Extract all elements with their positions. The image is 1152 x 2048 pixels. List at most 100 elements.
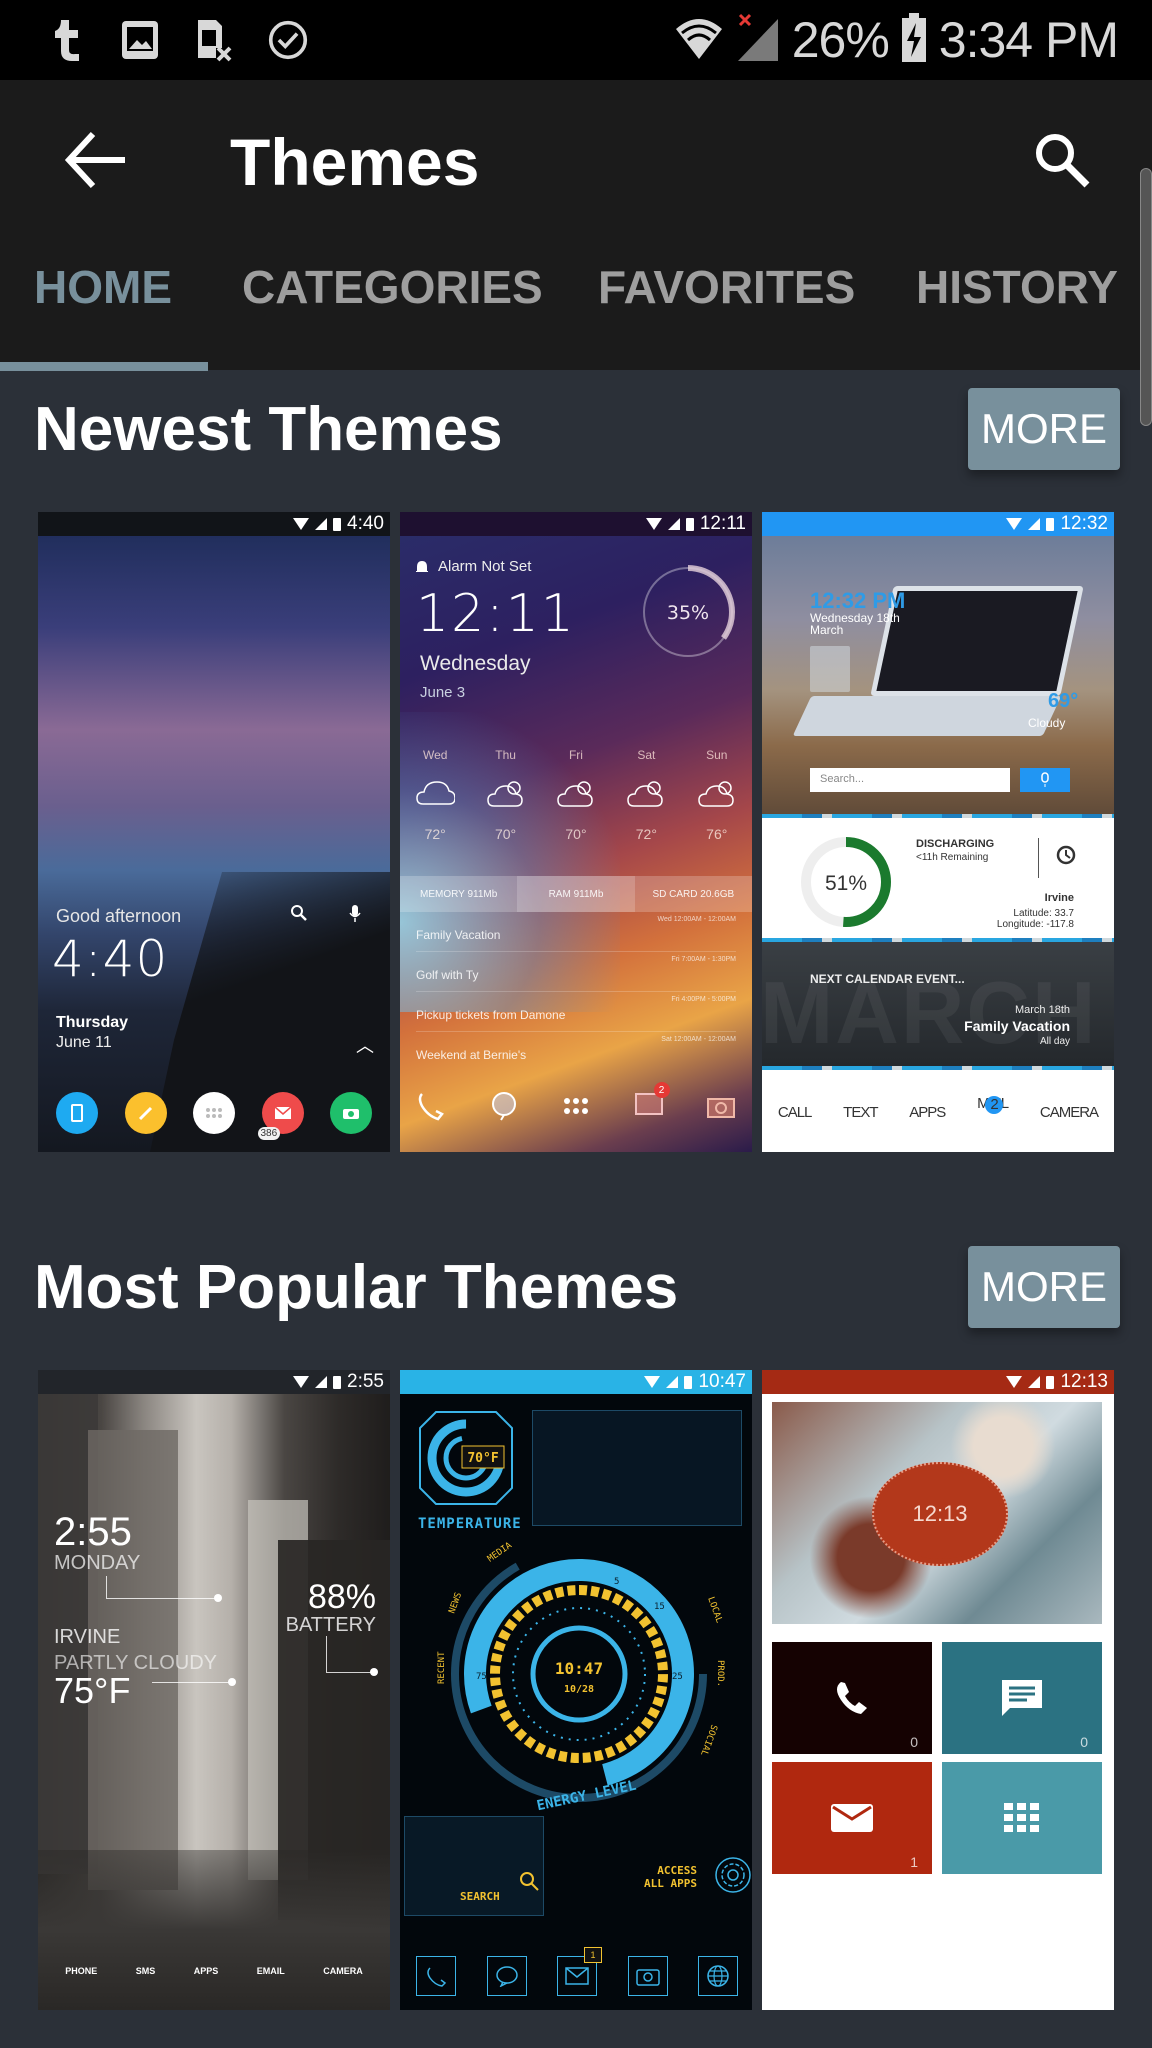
tile-count: 0 [910, 1734, 918, 1750]
theme-card-5[interactable]: 10:47 70°F TEMPERATURE 10:47 10/28 5 15 … [400, 1370, 752, 2010]
cloud-icon [416, 781, 456, 805]
tile-count: 0 [1080, 1734, 1088, 1750]
tile-messages: 0 [942, 1642, 1102, 1754]
ram-stat: RAM 911Mb [517, 876, 635, 912]
event-item: Golf with Ty Fri 7:00AM - 1:30PM [416, 952, 736, 992]
energy-gauge: 10:47 10/28 5 15 25 75 MEDIA NEWS RECENT… [437, 1540, 725, 1802]
theme-card-4[interactable]: 2:55 2:55 MONDAY IRVINE PARTLY CLOUDY 75… [38, 1370, 390, 2010]
event-name: Golf with Ty [416, 968, 479, 982]
access-label: ACCESS [657, 1864, 697, 1877]
tile-mail: 1 [772, 1762, 932, 1874]
dock-camera: CAMERA [1039, 1103, 1099, 1121]
gauge-label: LOCAL [705, 1596, 724, 1625]
apps-grid-icon [1004, 1803, 1039, 1832]
theme-greeting: Good afternoon [56, 906, 182, 926]
event-time: Fri 4:00PM - 5:00PM [671, 996, 736, 1003]
event-time: Sat 12:00AM - 12:00AM [661, 1036, 736, 1043]
calendar-title: Family Vacation [964, 1018, 1070, 1034]
hud-panel [532, 1410, 742, 1526]
divider [228, 1678, 236, 1686]
theme-day: Thursday [56, 1014, 129, 1031]
divider [152, 1682, 232, 1683]
chat-icon [491, 1091, 516, 1121]
globe-icon [698, 1956, 738, 1996]
app-drawer-icon [193, 1092, 235, 1134]
gauge-label: MEDIA [486, 1540, 514, 1564]
theme-clock: 10:47 [555, 1659, 603, 1678]
gauge-label: RECENT [437, 1651, 447, 1684]
theme-city: IRVINE [54, 1626, 121, 1648]
memory-stat: MEMORY 911Mb [420, 888, 498, 900]
phone-icon [416, 1956, 456, 1996]
theme-status-bar: 4:40 [38, 512, 390, 536]
mail-icon: 1 [557, 1947, 602, 1996]
tab-categories[interactable]: CATEGORIES [242, 164, 543, 314]
event-list: Family Vacation Wed 12:00AM - 12:00AM Gol… [416, 912, 736, 1072]
tab-home[interactable]: HOME [34, 164, 172, 314]
theme-status-bar: 12:11 [400, 512, 752, 536]
battery-remaining: <11h Remaining [916, 852, 989, 863]
theme-status-bar: 2:55 [38, 1370, 390, 1394]
forecast-day-label: Thu [495, 748, 516, 762]
more-button-popular[interactable]: MORE [968, 1246, 1120, 1328]
tile-count: 1 [910, 1854, 918, 1870]
signal-no-service-icon [736, 13, 780, 68]
theme-status-time: 12:11 [699, 513, 746, 534]
theme-status-bar: 12:13 [762, 1370, 1114, 1394]
theme-clock: 12:11 [416, 584, 576, 644]
theme-card-2[interactable]: 12:11 Alarm Not Set 12:11 Wednesday June… [400, 512, 752, 1152]
theme-status-bar: 12:32 [762, 512, 1114, 536]
gauge-tick: 25 [672, 1672, 683, 1682]
tab-history[interactable]: HISTORY [916, 164, 1118, 314]
forecast-temp: 76° [706, 826, 728, 842]
theme-dock: 1 [416, 1947, 738, 1996]
mail-icon [831, 1804, 873, 1832]
theme-card-3[interactable]: 12:32 12:32 PM Wednesday 18th March 69° … [762, 512, 1114, 1152]
divider [1038, 838, 1039, 878]
theme-card-6[interactable]: 12:13 12:13 0 0 1 [762, 1370, 1114, 2010]
theme-search-input: Search... [810, 768, 1010, 792]
tile-apps [942, 1762, 1102, 1874]
phone-icon [418, 1092, 444, 1120]
glass-image [810, 646, 850, 692]
battery-percent: 26% [791, 12, 890, 68]
section-title-popular: Most Popular Themes [34, 1253, 679, 1322]
gauge-label: NEWS [447, 1591, 464, 1615]
battery-label: BATTERY [285, 1614, 376, 1636]
battery-percent: 88% [307, 1578, 376, 1616]
dock-text: TEXT [843, 1103, 878, 1121]
battery-ring: 35% [641, 565, 735, 659]
theme-status-time: 4:40 [347, 513, 384, 534]
check-circle-icon [268, 18, 308, 62]
forecast-day-label: Sat [637, 748, 656, 762]
image-icon [120, 18, 160, 62]
gauge-tick: 15 [654, 1602, 665, 1612]
battery-ring: 51% [801, 837, 891, 927]
theme-clock: 4:40 [52, 930, 169, 988]
temperature-gauge-icon: 70°F [419, 1411, 513, 1505]
access-label: ALL APPS [644, 1877, 697, 1890]
chat-icon [486, 1956, 527, 1996]
calendar-widget: MARCH 18TH NEXT CALENDAR EVENT... March … [762, 942, 1114, 1066]
microphone-icon [349, 905, 361, 922]
pencil-icon [124, 1092, 167, 1134]
partly-cloudy-icon [697, 781, 734, 807]
more-button-newest[interactable]: MORE [968, 388, 1120, 470]
battery-percent: 35% [667, 602, 709, 624]
tab-bar: HOME CATEGORIES FAVORITES HISTORY [0, 260, 1152, 370]
scrollbar[interactable] [1140, 168, 1152, 426]
theme-card-1[interactable]: 4:40 Good afternoon 4:40 Thursday June 1… [38, 512, 390, 1152]
theme-temp: 75°F [54, 1670, 131, 1711]
partly-cloudy-icon [486, 781, 523, 807]
forecast-temp: 70° [494, 826, 517, 842]
tab-favorites[interactable]: FAVORITES [598, 164, 855, 314]
partly-cloudy-icon [627, 781, 664, 807]
forecast-day-label: Fri [568, 748, 583, 762]
theme-dock: PHONE SMS APPS EMAIL CAMERA [46, 1966, 382, 1976]
theme-alarm: Alarm Not Set [416, 558, 531, 575]
partly-cloudy-icon [557, 781, 593, 807]
history-icon [1056, 845, 1076, 865]
tab-indicator [0, 362, 208, 371]
camera-icon [707, 1097, 735, 1118]
theme-date: June 3 [420, 684, 466, 701]
